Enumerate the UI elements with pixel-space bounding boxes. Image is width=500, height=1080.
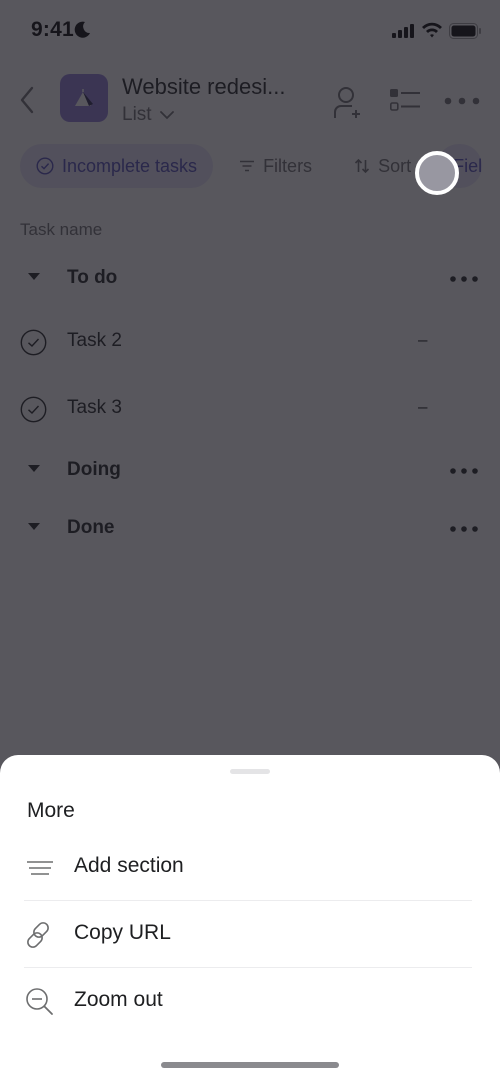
link-icon <box>27 922 49 948</box>
menu-item-add-section[interactable]: Add section <box>0 834 500 900</box>
app-screen: 9:41 Website redesi... <box>0 0 500 1080</box>
sheet-title: More <box>27 799 75 822</box>
touch-indicator <box>415 151 459 195</box>
more-bottom-sheet: More Add section Copy URL Zoom out <box>0 755 500 1080</box>
add-section-icon <box>27 861 53 875</box>
sheet-grabber[interactable] <box>230 769 270 774</box>
menu-item-label: Copy URL <box>74 921 171 944</box>
menu-item-label: Zoom out <box>74 988 163 1011</box>
home-indicator[interactable] <box>161 1062 339 1068</box>
menu-item-label: Add section <box>74 854 184 877</box>
menu-item-copy-url[interactable]: Copy URL <box>0 901 500 967</box>
zoom-out-icon <box>26 988 53 1015</box>
menu-item-zoom-out[interactable]: Zoom out <box>0 968 500 1034</box>
